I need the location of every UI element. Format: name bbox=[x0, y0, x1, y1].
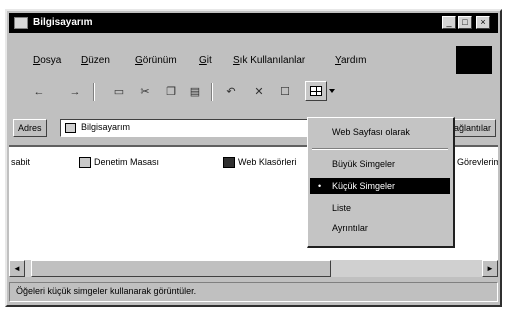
list-item-label: Web Klasörleri bbox=[238, 157, 297, 167]
list-item-label: sabit bbox=[11, 157, 31, 167]
copy-icon[interactable]: ❐ bbox=[161, 83, 181, 101]
properties-icon[interactable]: ☐ bbox=[275, 83, 295, 101]
delete-icon[interactable]: ✕ bbox=[249, 83, 269, 101]
close-button[interactable]: × bbox=[476, 16, 490, 29]
list-item[interactable]: Görevlerim bbox=[457, 157, 498, 167]
menu-item-label: Küçük Simgeler bbox=[332, 181, 396, 191]
menu-favorites[interactable]: Sık Kullanılanlar bbox=[233, 55, 305, 66]
menu-view-label: örünüm bbox=[142, 55, 177, 66]
cut-icon[interactable]: ✂ bbox=[135, 83, 155, 101]
menu-favorites-label: ık Kullanılanlar bbox=[239, 55, 306, 66]
menu-item-label: Liste bbox=[332, 203, 352, 213]
paste-icon[interactable]: ▤ bbox=[185, 83, 205, 101]
minimize-button[interactable]: _ bbox=[442, 16, 456, 29]
computer-icon bbox=[14, 17, 28, 29]
menu-file-label: osya bbox=[40, 55, 62, 66]
status-text: Öğeleri küçük simgeler kullanarak görünt… bbox=[16, 286, 197, 296]
undo-icon[interactable]: ↶ bbox=[221, 83, 241, 101]
radio-bullet-icon: • bbox=[318, 181, 322, 191]
status-bar: Öğeleri küçük simgeler kullanarak görünt… bbox=[9, 282, 498, 302]
window-title: Bilgisayarım bbox=[33, 17, 93, 28]
address-label: Adres bbox=[13, 119, 47, 137]
menu-bar: Dosya Düzen Görünüm Git Sık Kullanılanla… bbox=[9, 46, 498, 74]
list-item[interactable]: Web Klasörleri bbox=[223, 157, 297, 169]
menu-item-label: Web Sayfası olarak bbox=[332, 127, 410, 137]
toolbar-separator bbox=[211, 83, 213, 101]
maximize-button[interactable]: □ bbox=[458, 16, 472, 29]
menu-item-label: Ayrıntılar bbox=[332, 223, 368, 233]
menu-favorites-accel: S bbox=[233, 55, 240, 66]
menu-view-accel: G bbox=[135, 55, 143, 66]
menu-item-web-page[interactable]: Web Sayfası olarak bbox=[310, 124, 450, 140]
horizontal-scrollbar[interactable]: ◄ ► bbox=[9, 260, 498, 277]
views-button[interactable] bbox=[305, 81, 327, 101]
menu-item-list[interactable]: Liste bbox=[310, 200, 450, 216]
title-bar[interactable]: Bilgisayarım _ □ × bbox=[9, 13, 498, 33]
scroll-thumb[interactable] bbox=[31, 260, 331, 277]
views-menu: Web Sayfası olarak Büyük Simgeler • Küçük… bbox=[307, 117, 455, 248]
menu-file[interactable]: Dosya bbox=[33, 55, 61, 66]
back-icon[interactable]: ← bbox=[29, 83, 49, 101]
menu-help-label: ardım bbox=[340, 55, 367, 66]
web-folders-icon bbox=[223, 157, 235, 169]
menu-item-small-icons[interactable]: • Küçük Simgeler bbox=[310, 178, 450, 194]
list-item-label: Denetim Masası bbox=[94, 157, 160, 167]
menu-separator bbox=[312, 148, 448, 150]
menu-item-details[interactable]: Ayrıntılar bbox=[310, 220, 450, 236]
menu-help[interactable]: Yardım bbox=[335, 55, 367, 66]
up-icon[interactable]: ▭ bbox=[109, 83, 129, 101]
list-item-label: Görevlerim bbox=[457, 157, 498, 167]
menu-go[interactable]: Git bbox=[199, 55, 212, 66]
menu-go-label: it bbox=[206, 55, 212, 66]
scroll-right-icon[interactable]: ► bbox=[482, 260, 498, 277]
views-icon bbox=[310, 86, 322, 96]
computer-icon bbox=[65, 123, 76, 133]
list-item[interactable]: sabit bbox=[11, 157, 30, 167]
toolbar: ← → ▭ ✂ ❐ ▤ ↶ ✕ ☐ bbox=[9, 80, 498, 104]
menu-edit-label: üzen bbox=[88, 55, 110, 66]
toolbar-separator bbox=[93, 83, 95, 101]
address-input[interactable]: Bilgisayarım bbox=[60, 119, 310, 137]
list-item[interactable]: Denetim Masası bbox=[79, 157, 160, 169]
scroll-left-icon[interactable]: ◄ bbox=[9, 260, 25, 277]
menu-edit[interactable]: Düzen bbox=[81, 55, 110, 66]
windows-logo-icon bbox=[456, 46, 492, 74]
explorer-window: Bilgisayarım _ □ × Dosya Düzen Görünüm G… bbox=[5, 9, 502, 307]
menu-view[interactable]: Görünüm bbox=[135, 55, 177, 66]
menu-item-large-icons[interactable]: Büyük Simgeler bbox=[310, 156, 450, 172]
address-value: Bilgisayarım bbox=[81, 122, 131, 132]
control-panel-icon bbox=[79, 157, 91, 169]
forward-icon[interactable]: → bbox=[65, 83, 85, 101]
menu-item-label: Büyük Simgeler bbox=[332, 159, 396, 169]
views-dropdown-arrow-icon[interactable] bbox=[329, 89, 335, 93]
menu-go-accel: G bbox=[199, 55, 207, 66]
